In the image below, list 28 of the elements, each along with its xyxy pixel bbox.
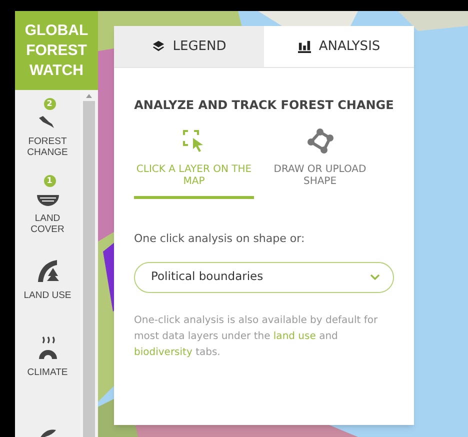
logo-text: WATCH	[30, 60, 84, 80]
logo-text: FOREST	[26, 40, 87, 60]
polygon-shape-icon	[306, 128, 334, 154]
sidebar-label: LAND USE	[22, 290, 72, 301]
panel-heading: ANALYZE AND TRACK FOREST CHANGE	[134, 97, 394, 114]
select-cursor-icon	[183, 130, 205, 152]
sidebar-item[interactable]: 1 LAND COVER	[15, 167, 80, 244]
info-text: One-click analysis is also available by default for most data layers under the land use and biodiversity tabs.	[134, 314, 379, 360]
bar-chart-icon	[298, 40, 311, 53]
layers-icon	[152, 40, 165, 53]
mode-tab[interactable]: DRAW OR UPLOAD SHAPE	[260, 126, 380, 199]
sidebar-label: LAND COVER	[30, 213, 66, 235]
panel-tab[interactable]: ANALYSIS	[264, 26, 414, 67]
sidebar-label: CLIMATE	[26, 367, 69, 378]
sidebar-item[interactable]: LAND USE	[15, 244, 80, 321]
chevron-down-icon	[369, 273, 381, 281]
panel-tab[interactable]: LEGEND	[114, 26, 264, 67]
sidebar-item[interactable]: 2 FOREST CHANGE	[15, 90, 80, 167]
count-badge: 2	[44, 98, 56, 110]
heat-dome-icon	[36, 335, 58, 361]
boundaries-dropdown[interactable]: Political boundaries	[134, 262, 394, 292]
scrollbar-thumb[interactable]	[83, 101, 95, 437]
sidebar-label: FOREST CHANGE	[26, 136, 69, 158]
prompt-text: One click analysis on shape or:	[134, 231, 306, 247]
logo-text: GLOBAL	[24, 20, 88, 40]
sidebar-item[interactable]: CLIMATE	[15, 321, 80, 398]
count-badge: 1	[44, 175, 56, 187]
globe-bowl-icon	[36, 193, 60, 207]
